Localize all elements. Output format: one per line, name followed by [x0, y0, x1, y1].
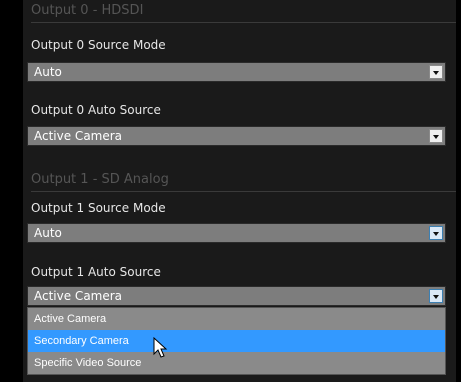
chevron-down-icon[interactable]: [429, 65, 443, 79]
section-header-output-1: Output 1 - SD Analog: [31, 169, 456, 192]
output-0-source-mode-value: Auto: [34, 65, 62, 79]
output-0-source-mode-label: Output 0 Source Mode: [31, 38, 166, 52]
output-1-auto-source-dropdown-list: Active Camera Secondary Camera Specific …: [27, 307, 446, 375]
chevron-down-icon[interactable]: [429, 289, 443, 303]
chevron-down-icon[interactable]: [429, 226, 443, 240]
output-0-source-mode-select[interactable]: Auto: [27, 62, 446, 82]
mouse-pointer-icon: [153, 337, 168, 358]
output-1-source-mode-value: Auto: [34, 226, 62, 240]
chevron-down-icon[interactable]: [429, 129, 443, 143]
output-1-source-mode-select[interactable]: Auto: [27, 223, 446, 243]
output-1-source-mode-label: Output 1 Source Mode: [31, 201, 166, 215]
output-1-auto-source-label: Output 1 Auto Source: [31, 265, 161, 279]
output-1-auto-source-select[interactable]: Active Camera: [27, 286, 446, 306]
dropdown-option-active-camera[interactable]: Active Camera: [28, 308, 445, 330]
output-0-auto-source-label: Output 0 Auto Source: [31, 103, 161, 117]
settings-panel: Output 0 - HDSDI Output 0 Source Mode Au…: [23, 0, 456, 382]
dropdown-option-specific-video-source[interactable]: Specific Video Source: [28, 352, 445, 374]
output-0-auto-source-value: Active Camera: [34, 129, 123, 143]
dropdown-option-secondary-camera[interactable]: Secondary Camera: [28, 330, 445, 352]
section-header-output-0: Output 0 - HDSDI: [31, 0, 456, 23]
output-0-auto-source-select[interactable]: Active Camera: [27, 126, 446, 146]
output-1-auto-source-value: Active Camera: [34, 289, 123, 303]
screen: Output 0 - HDSDI Output 0 Source Mode Au…: [0, 0, 461, 382]
